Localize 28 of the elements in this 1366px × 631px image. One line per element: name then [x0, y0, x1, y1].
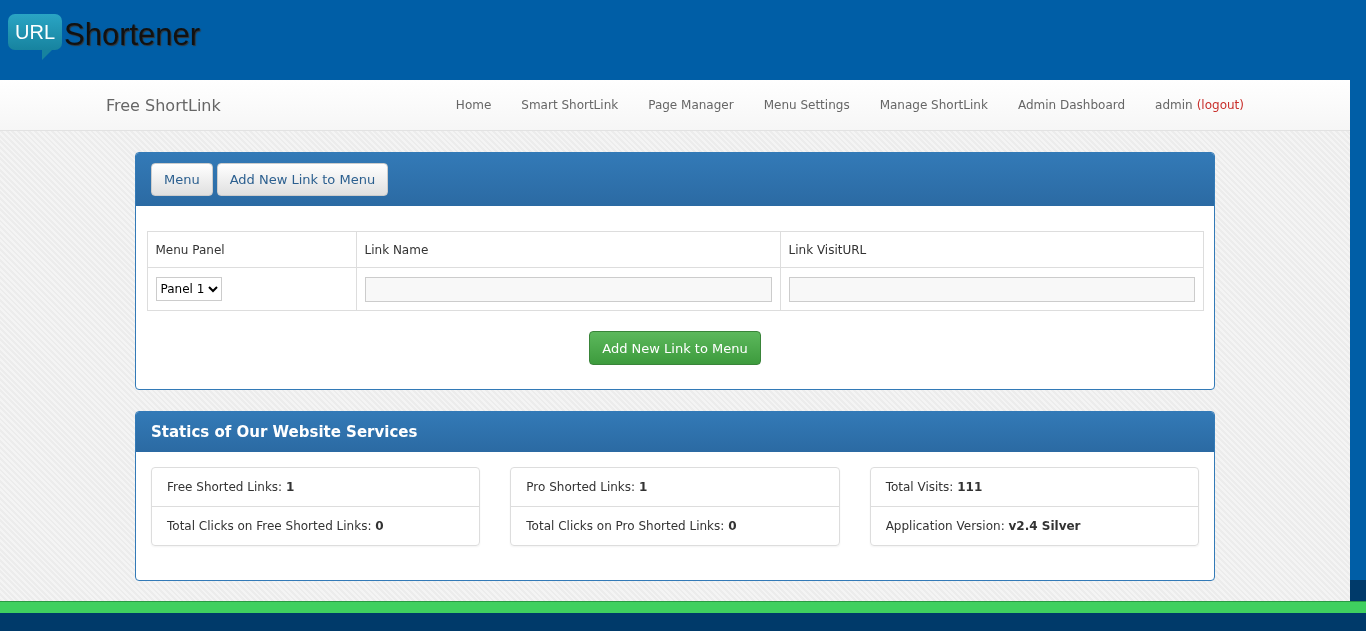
add-link-button[interactable]: Add New Link to Menu	[589, 331, 761, 365]
column-header: Link Name	[356, 232, 781, 268]
stat-text: Total Visits: 111	[885, 480, 983, 494]
brand-link[interactable]: Free ShortLink	[106, 95, 426, 115]
nav-link[interactable]: Page Manager	[648, 98, 734, 112]
menu-tab-button[interactable]: Menu	[151, 163, 213, 196]
link-url-input[interactable]	[788, 276, 1195, 302]
link-name-input[interactable]	[364, 276, 772, 302]
column-header: Link VisitURL	[780, 232, 1204, 268]
stat-text: Total Clicks on Free Shorted Links: 0	[167, 519, 384, 533]
panel-select[interactable]: Panel 1	[155, 277, 222, 301]
stat-text: Free Shorted Links: 1	[167, 480, 295, 494]
column-header: Menu Panel	[147, 232, 357, 268]
panel-title: Statics of Our Website Services	[151, 423, 418, 441]
nav-link[interactable]: Manage ShortLink	[879, 98, 988, 112]
stat-text: Total Clicks on Pro Shorted Links: 0	[526, 519, 737, 533]
nav-link[interactable]: Smart ShortLink	[521, 98, 619, 112]
stat-text: Pro Shorted Links: 1	[526, 480, 648, 494]
nav-link[interactable]: Menu Settings	[763, 98, 850, 112]
nav-link[interactable]: Home	[455, 98, 492, 112]
nav-link[interactable]: Admin Dashboard	[1017, 98, 1126, 112]
menu-tab-button[interactable]: Add New Link to Menu	[216, 163, 389, 196]
user-name: admin	[1155, 98, 1193, 112]
stat-text: Application Version: v2.4 Silver	[885, 519, 1081, 533]
bubble-tail-icon	[42, 50, 52, 60]
logout-link[interactable]: (logout)	[1196, 98, 1244, 112]
logo-text: Shortener	[64, 16, 201, 54]
side-block	[1350, 580, 1366, 601]
